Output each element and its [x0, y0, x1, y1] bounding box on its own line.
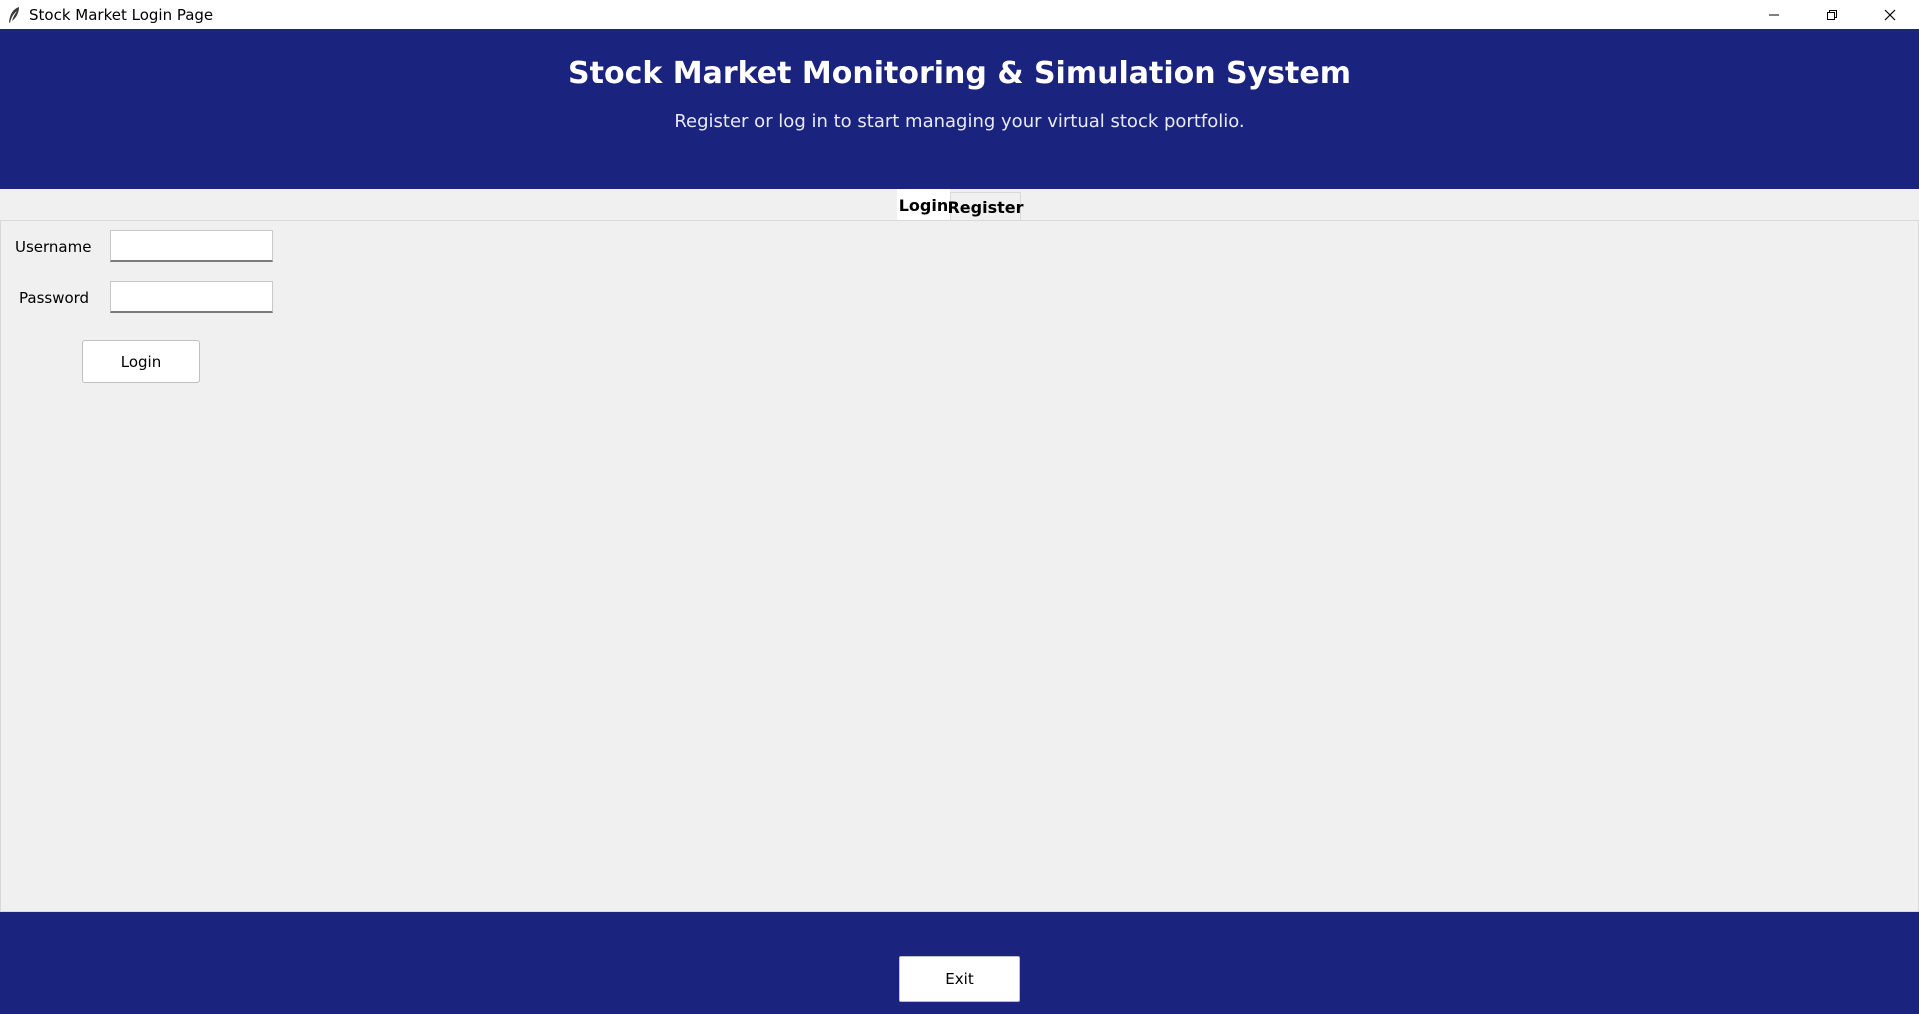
tab-login[interactable]: Login — [897, 189, 950, 221]
footer-bar: Exit — [0, 912, 1919, 1014]
username-field[interactable] — [110, 230, 273, 262]
exit-button[interactable]: Exit — [899, 956, 1020, 1002]
window-title: Stock Market Login Page — [29, 5, 214, 24]
login-button[interactable]: Login — [82, 340, 200, 383]
minimize-icon[interactable] — [1745, 0, 1803, 29]
feather-icon — [3, 0, 25, 29]
page-title: Stock Market Monitoring & Simulation Sys… — [568, 56, 1351, 91]
tab-bar: Login Register — [0, 189, 1919, 221]
window-titlebar: Stock Market Login Page — [0, 0, 1919, 29]
header-banner: Stock Market Monitoring & Simulation Sys… — [0, 29, 1919, 189]
password-field[interactable] — [110, 281, 273, 313]
close-icon[interactable] — [1861, 0, 1919, 29]
window-controls — [1745, 0, 1919, 29]
login-panel: Username Password Login — [0, 220, 1919, 912]
password-label: Password — [19, 289, 90, 307]
page-subtitle: Register or log in to start managing you… — [674, 111, 1245, 132]
tab-register[interactable]: Register — [947, 192, 1024, 221]
restore-icon[interactable] — [1803, 0, 1861, 29]
username-label: Username — [15, 238, 92, 256]
